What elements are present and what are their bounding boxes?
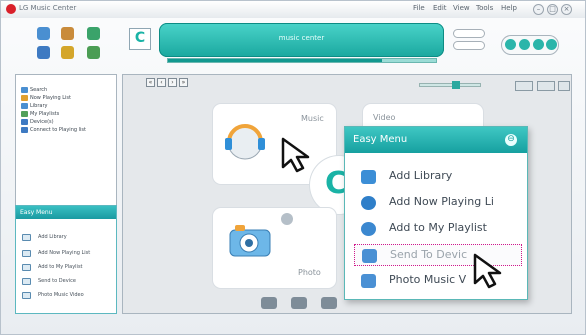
tree-item-search[interactable]: Search [30,87,47,93]
bottom-disc-icon[interactable] [291,297,307,309]
popup-add-playlist[interactable]: Add to My Playlist [354,218,522,240]
popup-add-library-label: Add Library [389,169,453,182]
music-card-label: Music [301,114,324,123]
easy-menu-popup-title: Easy Menu [353,134,408,145]
photo-video-icon [361,274,376,288]
prev-icon[interactable] [533,39,544,50]
popup-add-playlist-label: Add to My Playlist [389,221,487,234]
toolbar-device-icon[interactable] [87,27,100,40]
easy-menu-panel: Easy Menu Add Library Add Now Playing Li… [15,205,117,314]
now-playing-icon [21,95,28,101]
app-window: LG Music Center File Edit View Tools Hel… [0,0,586,335]
easy-panel-add-now-playing[interactable]: Add Now Playing List [38,250,90,256]
toolbar-library-icon[interactable] [37,27,50,40]
volume-slider[interactable] [419,81,481,89]
nav-first-icon[interactable]: « [146,78,155,87]
menu-help[interactable]: Help [501,4,517,12]
easy-panel-photo-music-video[interactable]: Photo Music Video [38,292,84,298]
eq-toggle-button[interactable] [453,29,485,38]
popup-add-now-playing-label: Add Now Playing Li [389,195,494,208]
send-device-icon [362,249,377,263]
window-title: LG Music Center [19,4,77,12]
library-icon [21,103,28,109]
music-headphones-icon [225,124,265,160]
player-display: music center [159,23,444,57]
title-bar[interactable]: LG Music Center File Edit View Tools Hel… [1,1,585,18]
stop-icon[interactable] [519,39,530,50]
easy-panel-add-library[interactable]: Add Library [38,234,67,240]
tree-item-library[interactable]: Library [30,103,47,109]
center-logo-button[interactable]: C [129,28,151,50]
toolbar-edit-icon[interactable] [61,46,74,59]
photo-video-icon [22,292,31,299]
arrow-cursor-icon [281,137,310,173]
next-icon[interactable] [546,39,557,50]
view-grid-button[interactable] [537,81,555,91]
camera-icon [229,225,271,257]
toolbar-sync-icon[interactable] [87,46,100,59]
transport-controls [501,35,559,55]
toolbar-cd-icon[interactable] [37,46,50,59]
add-library-icon [361,170,376,184]
nav-next-icon[interactable]: › [168,78,177,87]
photo-card[interactable]: Photo [213,208,336,288]
menu-edit[interactable]: Edit [433,4,447,12]
tree-item-connect[interactable]: Connect to Playing list [30,127,86,133]
arrow-cursor-icon [473,253,502,289]
app-logo-icon [6,4,16,14]
bottom-screen-icon[interactable] [261,297,277,309]
photo-card-label: Photo [298,268,321,277]
easy-panel-add-playlist[interactable]: Add to My Playlist [38,264,83,270]
add-now-playing-icon [361,196,376,210]
nav-prev-icon[interactable]: ‹ [157,78,166,87]
repeat-toggle-button[interactable] [453,41,485,50]
popup-add-library[interactable]: Add Library [354,166,522,188]
add-library-icon [22,234,31,241]
easy-menu-panel-title: Easy Menu [16,206,116,219]
add-playlist-icon [361,222,376,236]
toolbar-tag-icon[interactable] [61,27,74,40]
playlist-icon [21,111,28,117]
photo-badge-icon [281,213,293,225]
menu-view[interactable]: View [453,4,470,12]
add-playlist-icon [22,264,31,271]
view-detail-button[interactable] [558,81,570,91]
nav-last-icon[interactable]: » [179,78,188,87]
view-list-button[interactable] [515,81,533,91]
bottom-toolbar [251,295,351,311]
popup-photo-music-video-label: Photo Music V [389,273,467,286]
easy-panel-send-device[interactable]: Send to Device [38,278,76,284]
search-icon [21,87,28,93]
popup-add-now-playing[interactable]: Add Now Playing Li [354,192,522,214]
display-logo: music center [278,34,325,42]
menu-tools[interactable]: Tools [476,4,493,12]
tree-item-now-playing[interactable]: Now Playing List [30,95,71,101]
device-icon [21,119,28,125]
seek-bar[interactable] [167,58,437,63]
tree-item-playlists[interactable]: My Playlists [30,111,59,117]
video-card-label: Video [373,113,396,122]
popup-send-to-device-label: Send To Devic [390,248,468,261]
close-icon[interactable]: × [561,4,572,15]
tree-item-devices[interactable]: Device(s) [30,119,54,125]
connect-icon [21,127,28,133]
bottom-device-icon[interactable] [321,297,337,309]
menu-file[interactable]: File [413,4,425,12]
send-device-icon [22,278,31,285]
maximize-icon[interactable]: □ [547,4,558,15]
collapse-icon[interactable]: ⊖ [505,134,517,146]
add-now-playing-icon [22,250,31,257]
play-icon[interactable] [505,39,516,50]
minimize-icon[interactable]: – [533,4,544,15]
